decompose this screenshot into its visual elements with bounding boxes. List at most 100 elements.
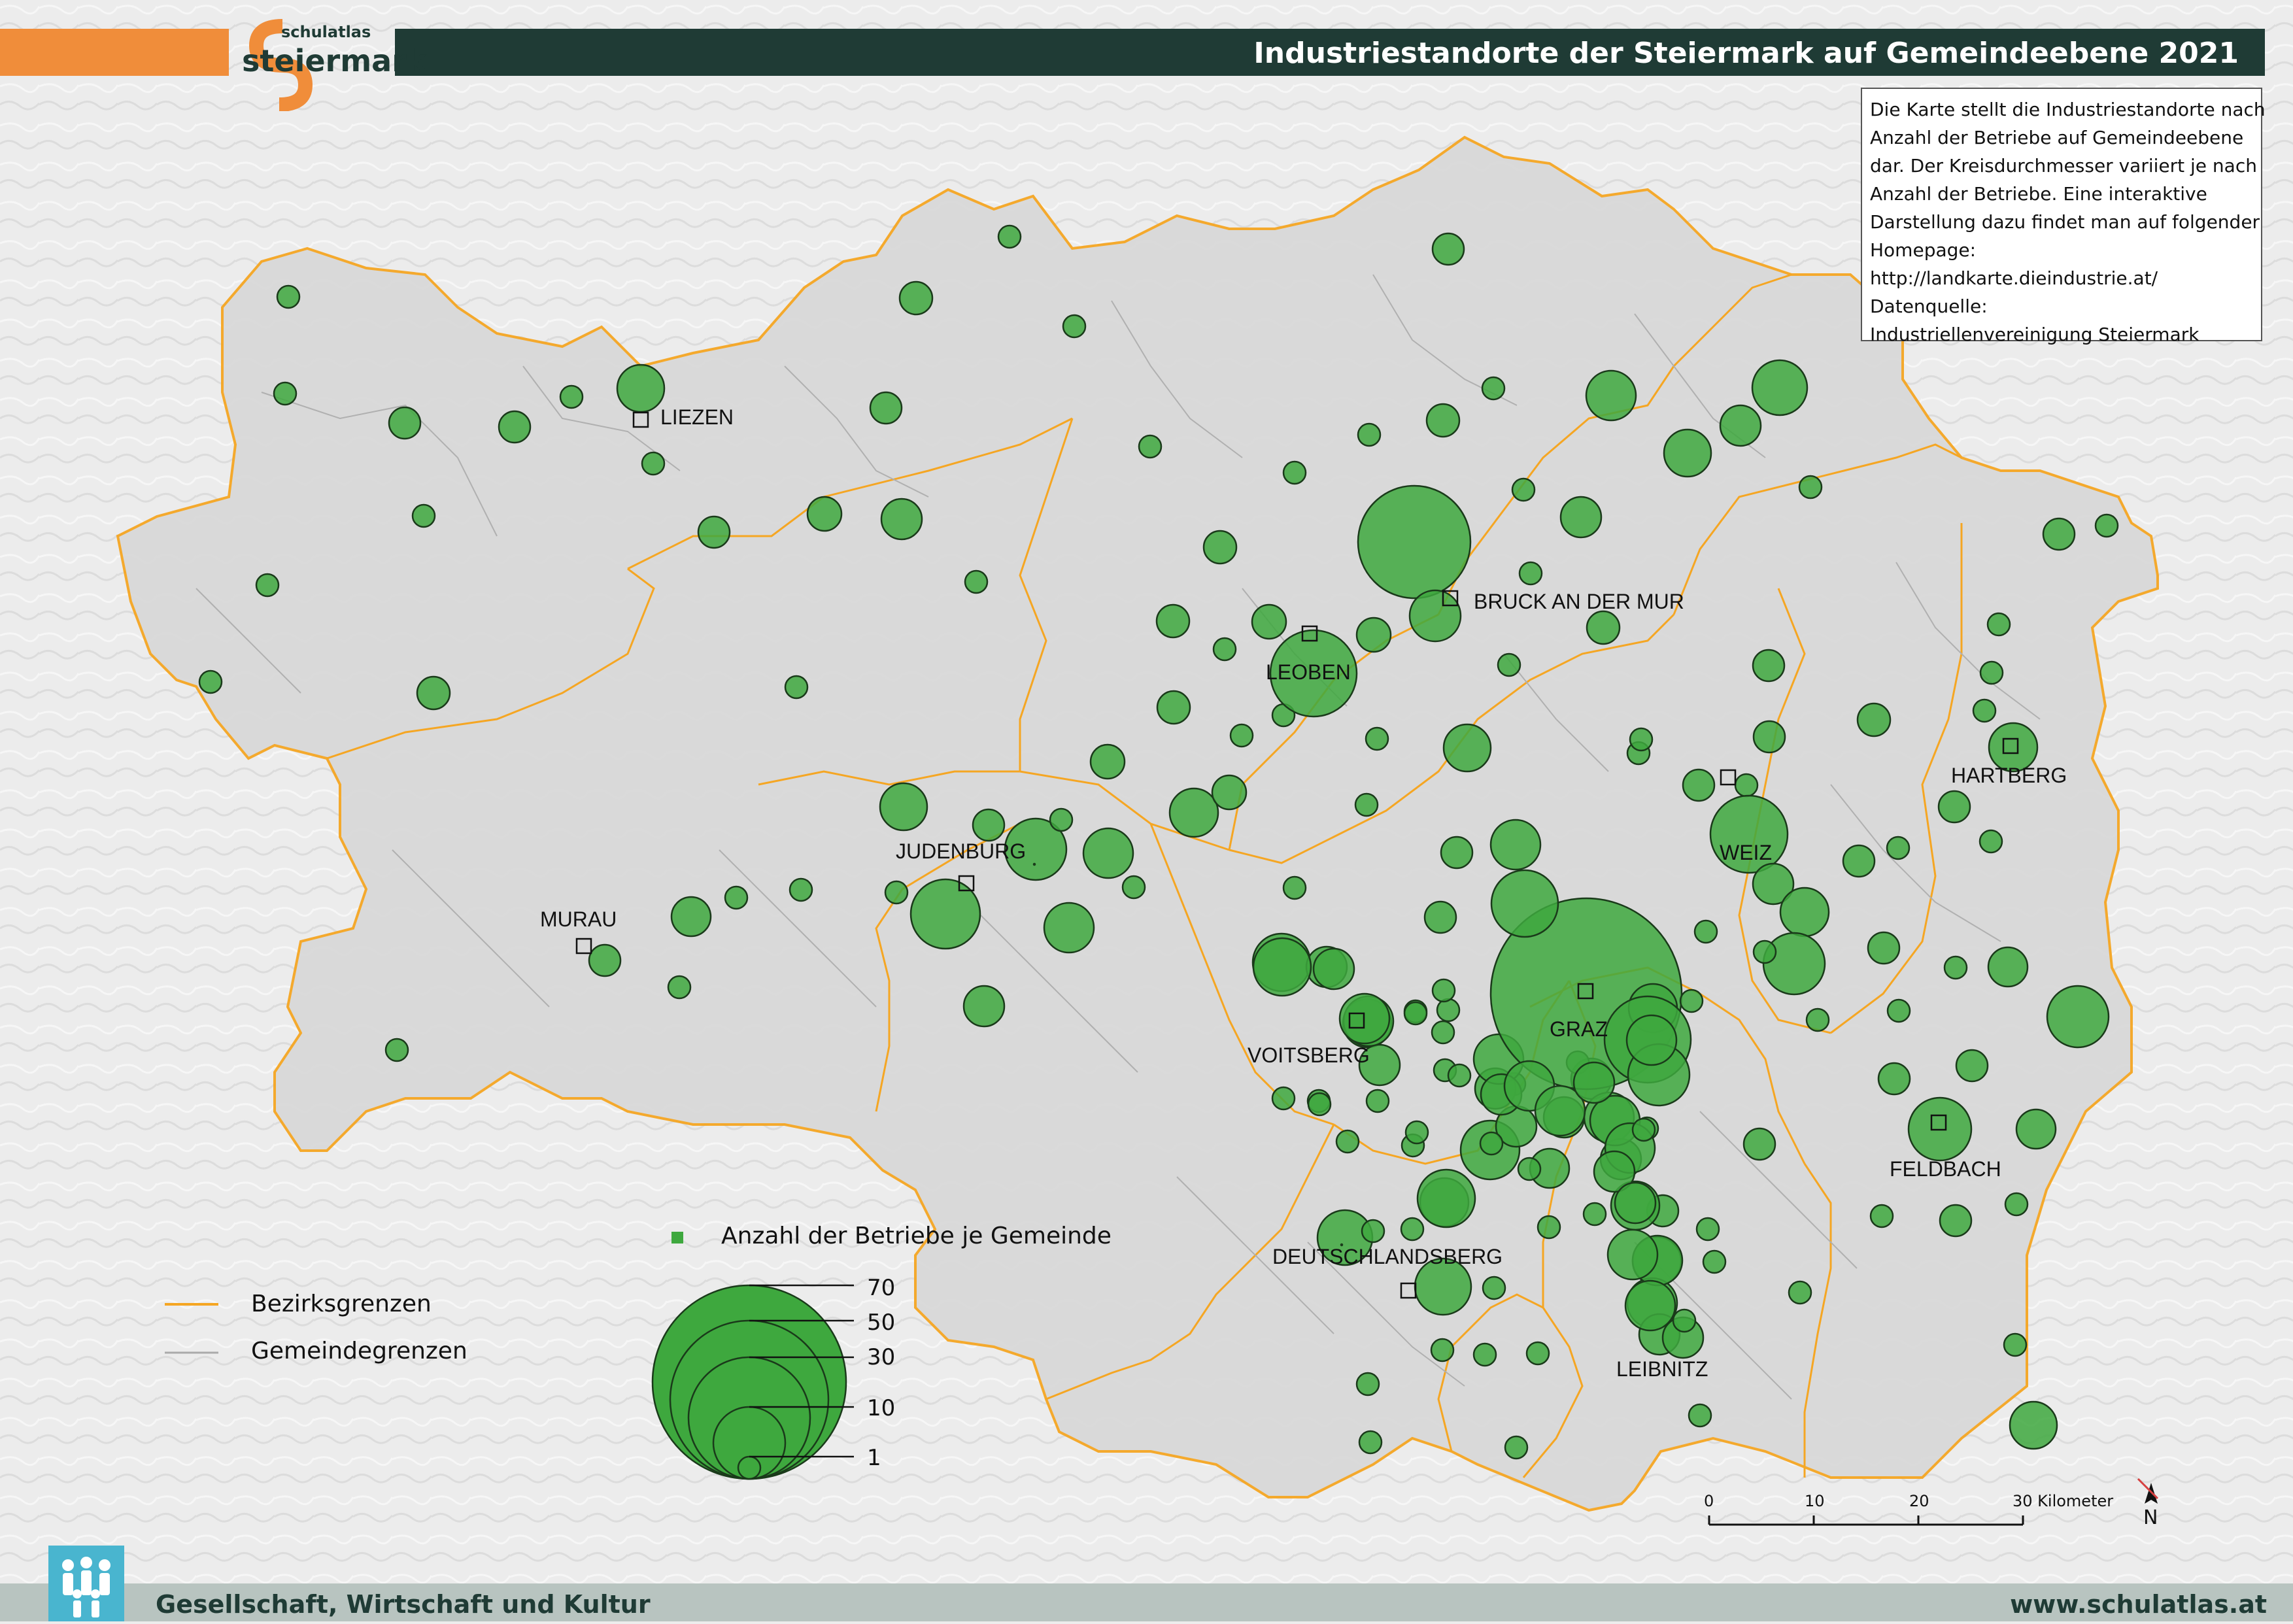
legend-swatch bbox=[671, 1232, 683, 1243]
industry-circle bbox=[725, 887, 747, 909]
industry-circle bbox=[1433, 979, 1455, 1002]
industry-circle bbox=[900, 282, 932, 314]
industry-circle bbox=[1735, 774, 1758, 796]
industry-circle bbox=[1336, 1130, 1359, 1153]
info-line: Homepage: bbox=[1870, 236, 2253, 264]
legend-value-10: 10 bbox=[867, 1395, 895, 1421]
industry-circle bbox=[1980, 662, 2003, 684]
industry-circle bbox=[277, 286, 299, 308]
industry-circle bbox=[998, 226, 1021, 248]
industry-circle bbox=[1561, 497, 1601, 537]
industry-circle bbox=[1231, 724, 1253, 747]
industry-circle bbox=[1763, 933, 1825, 994]
logo-main-text: steiermark bbox=[242, 43, 426, 78]
industry-circle bbox=[617, 365, 664, 412]
industry-circle bbox=[1988, 613, 2010, 635]
industry-circle bbox=[668, 976, 690, 998]
industry-circle bbox=[1367, 1090, 1389, 1112]
industry-circle bbox=[1584, 1203, 1606, 1225]
city-label-leoben: LEOBEN bbox=[1266, 660, 1351, 685]
info-line: Anzahl der Betriebe. Eine interaktive bbox=[1870, 180, 2253, 208]
industry-circle bbox=[2005, 1193, 2028, 1215]
industry-circle bbox=[880, 783, 927, 830]
industry-circle bbox=[1253, 938, 1311, 996]
industry-circle bbox=[417, 677, 450, 709]
city-label-bruck: BRUCK AN DER MUR bbox=[1474, 590, 1684, 614]
industry-circle bbox=[1444, 724, 1491, 771]
industry-circle bbox=[1308, 1093, 1331, 1115]
industry-circle bbox=[1683, 770, 1714, 801]
industry-circle bbox=[1887, 837, 1909, 859]
industry-circle bbox=[1427, 404, 1459, 437]
industry-circle bbox=[589, 945, 620, 976]
industry-circle bbox=[1498, 654, 1520, 676]
footer-website-link[interactable]: www.schulatlas.at bbox=[2010, 1590, 2267, 1619]
legend-value-1: 1 bbox=[867, 1445, 881, 1471]
map-title: Industriestandorte der Steiermark auf Ge… bbox=[1253, 37, 2239, 70]
legend-municipal-label: Gemeindegrenzen bbox=[251, 1338, 467, 1364]
industry-circle bbox=[1366, 728, 1388, 750]
scale-label-10: 10 bbox=[1805, 1492, 1825, 1510]
scale-label-0: 0 bbox=[1704, 1492, 1714, 1510]
header-accent-bar bbox=[0, 29, 229, 76]
legend-circle-1 bbox=[738, 1457, 760, 1479]
legend-value-30: 30 bbox=[867, 1344, 895, 1370]
industry-circle bbox=[1871, 1205, 1893, 1227]
city-label-hartberg: HARTBERG bbox=[1951, 764, 2067, 788]
industry-circle bbox=[2043, 518, 2075, 550]
industry-circle bbox=[1474, 1344, 1496, 1366]
industry-circle bbox=[256, 574, 279, 596]
info-line: Die Karte stellt die Industriestandorte … bbox=[1870, 95, 2253, 124]
industry-circle bbox=[698, 516, 730, 548]
industry-circle bbox=[1410, 590, 1461, 641]
industry-circle bbox=[1754, 721, 1785, 753]
industry-circle bbox=[1888, 1000, 1910, 1022]
industry-circle bbox=[1697, 1218, 1719, 1240]
city-label-judenburg: JUDENBURG bbox=[896, 839, 1026, 864]
industry-circle bbox=[1406, 1121, 1428, 1143]
industry-circle bbox=[964, 986, 1004, 1026]
info-line: Anzahl der Betriebe auf Gemeindeebene bbox=[1870, 124, 2253, 152]
industry-circle bbox=[1431, 1339, 1453, 1361]
footer-category: Gesellschaft, Wirtschaft und Kultur bbox=[156, 1590, 651, 1619]
industry-circle bbox=[1418, 1170, 1475, 1227]
industry-circle bbox=[1744, 1128, 1775, 1160]
industry-circle bbox=[1574, 1062, 1614, 1103]
industry-circle bbox=[1586, 371, 1636, 420]
industry-circle bbox=[1868, 932, 1899, 964]
industry-circle bbox=[1063, 315, 1085, 337]
industry-circle bbox=[1212, 775, 1246, 809]
industry-circle bbox=[1432, 1021, 1454, 1043]
industry-circle bbox=[1843, 845, 1875, 877]
industry-circle bbox=[1695, 921, 1717, 943]
industry-circle bbox=[1988, 947, 2028, 987]
industry-circle bbox=[1752, 360, 1807, 415]
industry-circle bbox=[386, 1039, 408, 1061]
scale-label-20: 20 bbox=[1909, 1492, 1929, 1510]
industry-circle bbox=[1720, 405, 1761, 446]
city-label-graz: GRAZ bbox=[1550, 1017, 1608, 1041]
industry-circle bbox=[1689, 1404, 1711, 1427]
industry-circle bbox=[1483, 1277, 1505, 1299]
industry-circle bbox=[807, 497, 841, 531]
industry-circle bbox=[1627, 1015, 1676, 1065]
info-source-url[interactable]: http://landkarte.dieindustrie.at/ bbox=[1870, 264, 2253, 292]
industry-circle bbox=[1314, 949, 1354, 989]
industry-circle bbox=[1625, 1281, 1675, 1330]
industry-circle bbox=[1425, 902, 1456, 933]
industry-circle bbox=[671, 897, 711, 936]
industry-circle bbox=[1520, 562, 1542, 584]
industry-circle bbox=[1807, 1009, 1829, 1031]
industry-circle bbox=[1214, 638, 1236, 660]
industry-circle bbox=[1123, 876, 1145, 898]
industry-circle bbox=[1157, 691, 1190, 724]
logo-top-text: schulatlas bbox=[281, 23, 371, 41]
industry-circle bbox=[1283, 462, 1306, 484]
industry-circle bbox=[965, 571, 987, 593]
industry-circle bbox=[274, 382, 296, 405]
industry-circle bbox=[1272, 1087, 1295, 1109]
city-label-liezen: LIEZEN bbox=[660, 405, 734, 430]
industry-circle bbox=[560, 386, 583, 408]
industry-circle bbox=[1252, 605, 1286, 639]
industry-circle bbox=[1357, 618, 1391, 652]
